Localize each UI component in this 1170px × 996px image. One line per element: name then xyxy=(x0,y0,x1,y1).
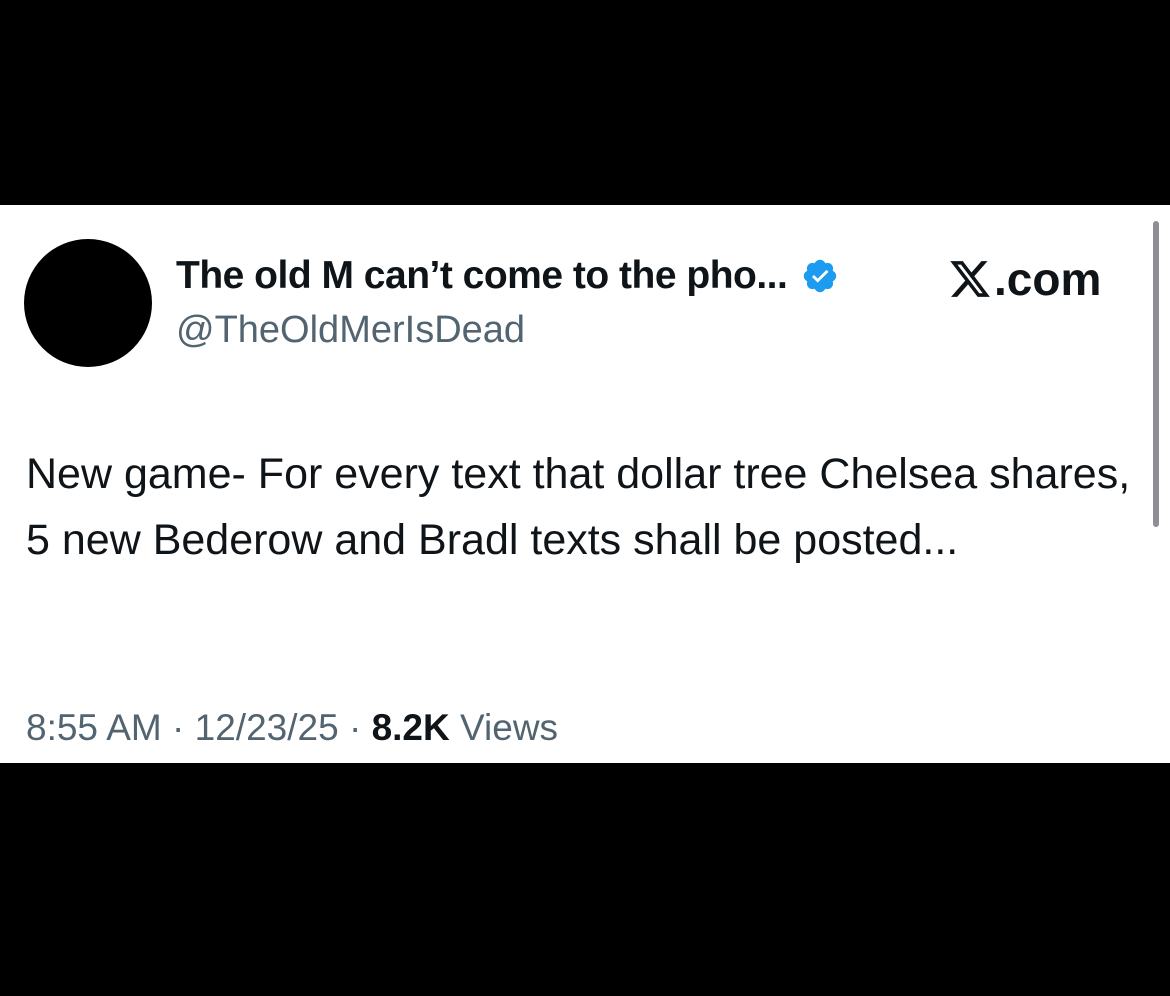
brand-domain-text: .com xyxy=(994,253,1102,305)
author-display-name[interactable]: The old M can’t come to the pho... xyxy=(176,254,788,298)
verified-badge-icon xyxy=(804,259,837,293)
avatar[interactable] xyxy=(24,239,152,367)
scrollbar[interactable] xyxy=(1153,221,1159,527)
tweet-date[interactable]: 12/23/25 xyxy=(195,707,339,748)
tweet-time[interactable]: 8:55 AM xyxy=(26,707,162,748)
tweet-body-text: New game- For every text that dollar tre… xyxy=(26,450,1131,564)
views-count[interactable]: 8.2K xyxy=(372,707,450,748)
tweet-card[interactable]: The old M can’t come to the pho... @TheO… xyxy=(0,205,1170,763)
meta-separator: · xyxy=(172,707,185,748)
author-handle[interactable]: @TheOldMerIsDead xyxy=(176,309,525,352)
x-logo-icon xyxy=(950,261,990,297)
screenshot-frame: The old M can’t come to the pho... @TheO… xyxy=(0,0,1170,996)
tweet-meta: 8:55 AM · 12/23/25 · 8.2K Views xyxy=(26,707,558,749)
author-name-row: The old M can’t come to the pho... xyxy=(176,251,839,301)
views-label: Views xyxy=(460,707,559,748)
meta-separator: · xyxy=(348,707,362,748)
x-com-brand: .com xyxy=(948,251,1101,307)
